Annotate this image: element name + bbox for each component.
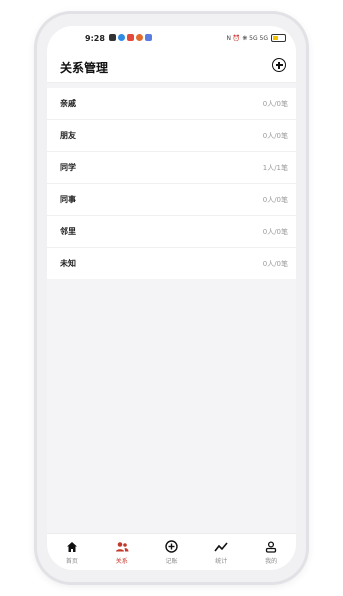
relation-name: 朋友 [60, 131, 76, 140]
tab-label: 统计 [215, 558, 228, 565]
user-icon [265, 540, 277, 553]
tab-label: 我的 [265, 558, 278, 565]
status-app-icons [109, 34, 152, 41]
tab-relations[interactable]: 关系 [97, 534, 147, 570]
home-icon [66, 540, 78, 553]
tab-profile[interactable]: 我的 [246, 534, 296, 570]
tab-label: 首页 [65, 558, 78, 565]
header: 关系管理 [47, 52, 296, 83]
trend-icon [214, 540, 228, 553]
relation-name: 未知 [60, 259, 76, 268]
relation-count: 0人/0笔 [262, 227, 288, 236]
app-notification-icon [127, 34, 134, 41]
relation-name: 同事 [60, 195, 76, 204]
list-item[interactable]: 未知 0人/0笔 [47, 248, 296, 279]
relation-count: 0人/0笔 [262, 195, 288, 204]
status-indicator-text: N ⏰ ❋ 5G 5G [226, 34, 268, 42]
screen: 9:28 N ⏰ ❋ 5G 5G 关系管理 亲戚 0人/0笔 朋友 0人/0笔 … [47, 26, 296, 570]
plus-circle-icon [165, 540, 178, 553]
status-indicators: N ⏰ ❋ 5G 5G [226, 34, 286, 42]
list-item[interactable]: 亲戚 0人/0笔 [47, 88, 296, 120]
people-icon [115, 540, 129, 553]
status-time: 9:28 [85, 34, 105, 43]
list-item[interactable]: 同学 1人/1笔 [47, 152, 296, 184]
app-notification-icon [136, 34, 143, 41]
list-item[interactable]: 同事 0人/0笔 [47, 184, 296, 216]
relation-name: 亲戚 [60, 99, 76, 108]
add-relation-icon[interactable] [272, 58, 286, 72]
tab-home[interactable]: 首页 [47, 534, 97, 570]
bottom-tab-bar: 首页 关系 记账 统计 我的 [47, 533, 296, 570]
app-notification-icon [109, 34, 116, 41]
tab-label: 关系 [115, 558, 128, 565]
relation-count: 0人/0笔 [262, 131, 288, 140]
tab-record[interactable]: 记账 [147, 534, 197, 570]
app-notification-icon [145, 34, 152, 41]
page: 9:28 N ⏰ ❋ 5G 5G 关系管理 亲戚 0人/0笔 朋友 0人/0笔 … [0, 0, 343, 596]
list-item[interactable]: 朋友 0人/0笔 [47, 120, 296, 152]
relation-count: 0人/0笔 [262, 99, 288, 108]
relation-count: 1人/1笔 [262, 163, 288, 172]
app-notification-icon [118, 34, 125, 41]
tab-label: 记账 [165, 558, 178, 565]
list-item[interactable]: 邻里 0人/0笔 [47, 216, 296, 248]
phone-frame: 9:28 N ⏰ ❋ 5G 5G 关系管理 亲戚 0人/0笔 朋友 0人/0笔 … [37, 14, 306, 582]
page-title: 关系管理 [60, 61, 109, 75]
relation-count: 0人/0笔 [262, 259, 288, 268]
tab-statistics[interactable]: 统计 [196, 534, 246, 570]
relation-name: 同学 [60, 163, 76, 172]
battery-icon [271, 34, 286, 42]
status-bar: 9:28 N ⏰ ❋ 5G 5G [47, 26, 296, 52]
relation-list: 亲戚 0人/0笔 朋友 0人/0笔 同学 1人/1笔 同事 0人/0笔 邻里 0… [47, 88, 296, 279]
relation-name: 邻里 [60, 227, 76, 236]
